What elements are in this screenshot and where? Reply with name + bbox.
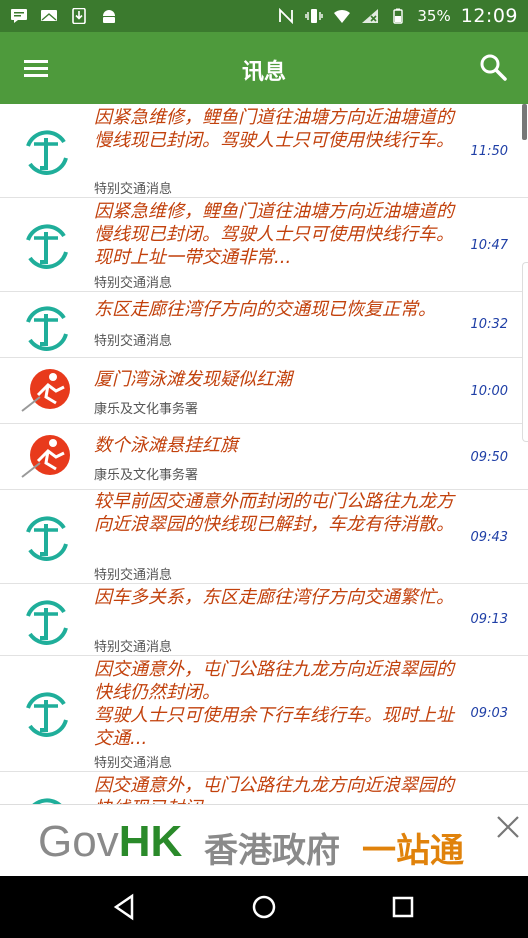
item-message: 因交通意外，屯门公路往九龙方向近浪翠园的快线现已封闭... — [94, 775, 454, 804]
item-message: 东区走廊往湾仔方向的交通现已恢复正常。 — [94, 299, 436, 320]
item-source: 特别交通消息 — [94, 568, 173, 583]
item-message: 因紧急维修，鲤鱼门道往油塘方向近油塘道的慢线现已封闭。驾驶人士只可使用快线行车。 — [94, 107, 454, 151]
list-item[interactable]: 数个泳滩悬挂红旗 康乐及文化事务署 09:50 — [0, 424, 528, 490]
battery-icon — [393, 8, 404, 24]
item-time: 11:50 — [470, 144, 508, 159]
item-source: 特别交通消息 — [94, 640, 173, 655]
download-notification-icon — [72, 8, 86, 24]
item-message: 数个泳滩悬挂红旗 — [94, 435, 238, 456]
battery-percent: 35% — [417, 7, 451, 25]
transport-logo-icon — [26, 600, 68, 645]
item-source: 康乐及文化事务署 — [94, 468, 199, 483]
transport-logo-icon — [32, 798, 62, 804]
transport-logo-icon — [26, 306, 68, 351]
item-time: 10:00 — [470, 384, 508, 399]
lcsd-logo-icon — [21, 369, 70, 412]
nfc-icon — [279, 8, 294, 24]
status-bar: 35% 12:09 — [0, 0, 528, 32]
ad-text-cn1: 香港政府 — [204, 831, 340, 871]
message-notification-icon — [41, 10, 57, 21]
back-icon[interactable] — [110, 892, 140, 922]
lcsd-logo-icon — [21, 435, 70, 478]
app-bar: 讯息 — [0, 32, 528, 104]
wifi-icon — [334, 9, 351, 23]
list-item[interactable]: 因紧急维修，鲤鱼门道往油塘方向近油塘道的慢线现已封闭。驾驶人士只可使用快线行车。… — [0, 198, 528, 292]
item-time: 09:50 — [470, 450, 508, 465]
ad-banner[interactable]: GovHK 香港政府 一站通 — [0, 804, 528, 876]
list-item[interactable]: 东区走廊往湾仔方向的交通现已恢复正常。 特别交通消息 10:32 — [0, 292, 528, 358]
ad-brand-hk: HK — [118, 817, 183, 866]
list-item[interactable]: 较早前因交通意外而封闭的屯门公路往九龙方向近浪翠园的快线现已解封，车龙有待消散。… — [0, 490, 528, 584]
page-title: 讯息 — [241, 60, 286, 85]
item-source: 特别交通消息 — [94, 756, 173, 771]
ad-brand: GovHK — [38, 817, 182, 867]
ad-brand-gov: Gov — [38, 817, 119, 866]
item-message: 因紧急维修，鲤鱼门道往油塘方向近油塘道的慢线现已封闭。驾驶人士只可使用快线行车。… — [94, 201, 454, 268]
item-message: 因车多关系，东区走廊往湾仔方向交通繁忙。 — [94, 587, 454, 608]
search-icon[interactable] — [478, 52, 508, 82]
transport-logo-icon — [26, 224, 68, 269]
navigation-bar — [0, 876, 528, 938]
list-item[interactable]: 因交通意外，屯门公路往九龙方向近浪翠园的快线仍然封闭。 驾驶人士只可使用余下行车… — [0, 656, 528, 772]
list-item[interactable]: 因交通意外，屯门公路往九龙方向近浪翠园的快线现已封闭... — [0, 772, 528, 804]
transport-logo-icon — [26, 130, 68, 175]
item-source: 特别交通消息 — [94, 334, 173, 349]
item-time: 10:32 — [470, 317, 508, 332]
item-message: 厦门湾泳滩发现疑似红潮 — [94, 369, 292, 390]
home-icon[interactable] — [249, 892, 279, 922]
transport-logo-icon — [26, 516, 68, 561]
item-source: 康乐及文化事务署 — [94, 402, 199, 417]
item-message: 因交通意外，屯门公路往九龙方向近浪翠园的快线仍然封闭。 驾驶人士只可使用余下行车… — [94, 659, 454, 749]
list-item[interactable]: 因紧急维修，鲤鱼门道往油塘方向近油塘道的慢线现已封闭。驾驶人士只可使用快线行车。… — [0, 104, 528, 198]
drawer-handle[interactable] — [522, 262, 528, 442]
ad-text-cn2: 一站通 — [362, 831, 464, 871]
recents-icon[interactable] — [388, 892, 418, 922]
android-icon — [103, 10, 115, 23]
item-time: 10:47 — [470, 238, 508, 253]
clock: 12:09 — [460, 5, 518, 27]
vibrate-icon — [305, 9, 324, 23]
message-list[interactable]: 因紧急维修，鲤鱼门道往油塘方向近油塘道的慢线现已封闭。驾驶人士只可使用快线行车。… — [0, 104, 528, 804]
item-message: 较早前因交通意外而封闭的屯门公路往九龙方向近浪翠园的快线现已解封，车龙有待消散。 — [94, 491, 454, 535]
close-icon[interactable] — [494, 813, 522, 841]
chat-notification-icon — [11, 9, 27, 23]
list-item[interactable]: 厦门湾泳滩发现疑似红潮 康乐及文化事务署 10:00 — [0, 358, 528, 424]
item-time: 09:13 — [470, 612, 508, 627]
item-source: 特别交通消息 — [94, 276, 173, 291]
item-source: 特别交通消息 — [94, 182, 173, 197]
item-time: 09:03 — [470, 706, 508, 721]
list-item[interactable]: 因车多关系，东区走廊往湾仔方向交通繁忙。 特别交通消息 09:13 — [0, 584, 528, 656]
transport-logo-icon — [26, 692, 68, 737]
scrollbar-thumb[interactable] — [522, 104, 527, 140]
item-time: 09:43 — [470, 530, 508, 545]
signal-icon — [362, 9, 379, 23]
